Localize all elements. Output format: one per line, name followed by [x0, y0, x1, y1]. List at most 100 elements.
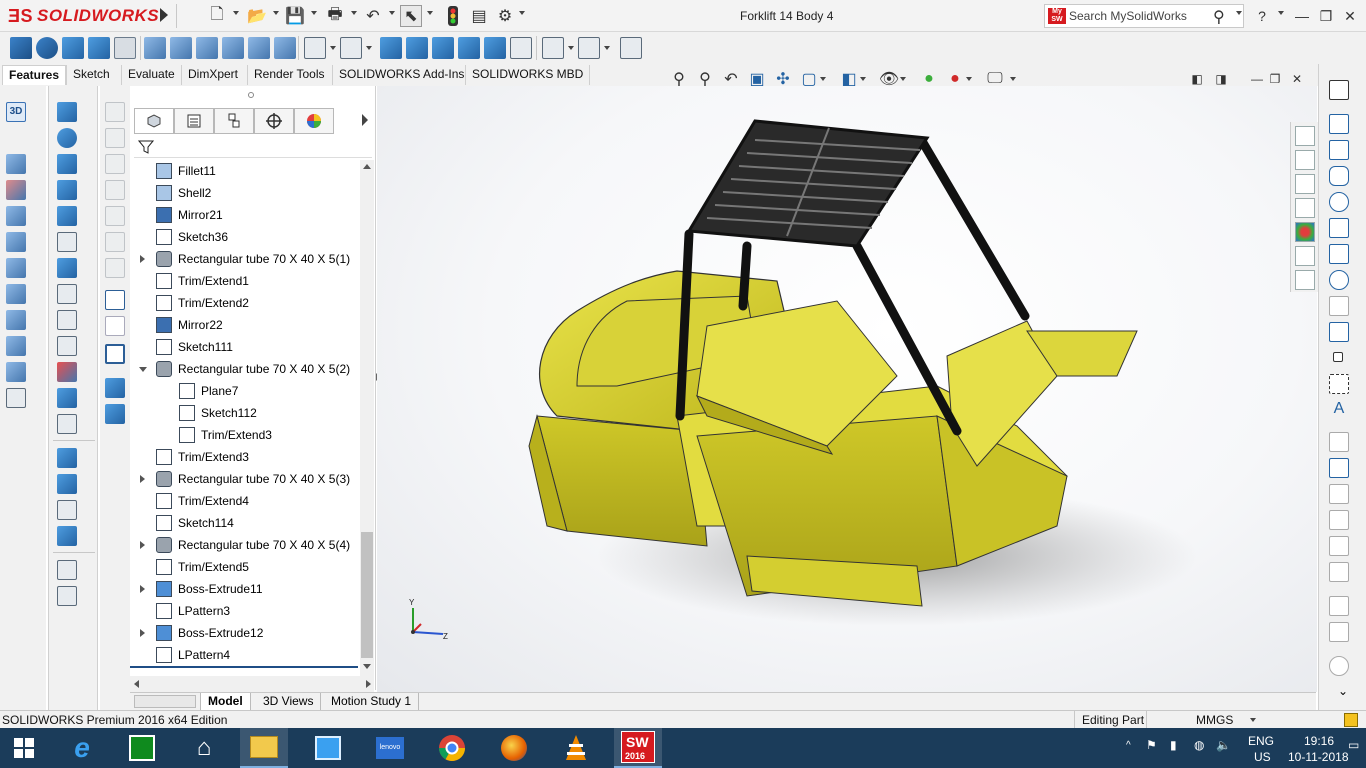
flex-icon[interactable]: [6, 284, 26, 304]
revolve-icon[interactable]: [6, 154, 26, 174]
tab-evaluate[interactable]: Evaluate: [121, 65, 181, 85]
convert-entities-icon[interactable]: [105, 316, 125, 336]
clock-time[interactable]: 19:16: [1304, 734, 1334, 748]
dome-icon[interactable]: [6, 258, 26, 278]
fillet-bead-icon[interactable]: [105, 232, 125, 252]
revolved-cut-icon[interactable]: [196, 37, 218, 59]
chevron-up-icon[interactable]: [1250, 718, 1256, 722]
expand-closed-icon[interactable]: [140, 541, 145, 549]
rectangle-icon[interactable]: [1329, 140, 1349, 160]
volume-icon[interactable]: 🔈: [1216, 738, 1231, 752]
chevron-down-icon[interactable]: [233, 11, 239, 15]
tab-render-tools[interactable]: Render Tools: [247, 65, 331, 85]
restore-icon[interactable]: ❐: [1314, 6, 1338, 26]
customize-icon[interactable]: [1344, 713, 1358, 727]
chevron-down-icon[interactable]: [389, 11, 395, 15]
dimxpertmanager-tab-icon[interactable]: [254, 108, 294, 134]
weld-bead-icon[interactable]: [105, 102, 125, 122]
rib-icon[interactable]: [380, 37, 402, 59]
tree-item[interactable]: Shell2: [130, 182, 362, 204]
mirror-icon[interactable]: [510, 37, 532, 59]
action-center-icon[interactable]: ▭: [1348, 738, 1359, 752]
viewport-restore-icon[interactable]: ❐: [1264, 68, 1286, 90]
chevron-down-icon[interactable]: [966, 77, 972, 81]
lofted-cut-icon[interactable]: [248, 37, 270, 59]
chevron-down-icon[interactable]: [427, 11, 433, 15]
forum-icon[interactable]: [1295, 270, 1315, 290]
solidworks-resources-icon[interactable]: [1295, 126, 1315, 146]
expand-closed-icon[interactable]: [140, 585, 145, 593]
screen-capture-icon[interactable]: [105, 344, 125, 364]
firefox-icon[interactable]: [490, 728, 538, 768]
expand-closed-icon[interactable]: [140, 629, 145, 637]
linear-pattern-icon[interactable]: [340, 37, 362, 59]
appearances-icon[interactable]: [1295, 222, 1315, 242]
battery-icon[interactable]: ▮: [1170, 738, 1177, 752]
displaymanager-tab-icon[interactable]: [294, 108, 334, 134]
lenovo-icon[interactable]: lenovo: [366, 728, 414, 768]
open-folder-icon[interactable]: 📂: [246, 5, 268, 27]
scroll-left-icon[interactable]: [134, 680, 139, 688]
thicken-icon[interactable]: [6, 232, 26, 252]
tree-item[interactable]: Boss-Extrude11: [130, 578, 362, 600]
unit-system[interactable]: MMGS: [1196, 713, 1233, 727]
graphics-area[interactable]: Y Z: [377, 86, 1317, 692]
delete-body-icon[interactable]: [57, 474, 77, 494]
show-hidden-icons[interactable]: ^: [1126, 740, 1131, 751]
curves-icon[interactable]: [578, 37, 600, 59]
select-cursor-icon[interactable]: ⬉: [400, 5, 422, 27]
quick-snaps-icon[interactable]: [1329, 656, 1349, 676]
repair-sketch-icon[interactable]: [1329, 622, 1349, 642]
lofted-boss-icon[interactable]: [88, 37, 110, 59]
revolve-boss-icon[interactable]: [57, 128, 77, 148]
menu-expand-icon[interactable]: [160, 8, 168, 22]
extrude-surface-icon[interactable]: [57, 232, 77, 252]
scroll-down-icon[interactable]: [363, 664, 371, 669]
propertymanager-tab-icon[interactable]: [174, 108, 214, 134]
dynamic-annotation-icon[interactable]: ✣: [772, 68, 794, 90]
view-palette-icon[interactable]: [1295, 198, 1315, 218]
gusset-icon[interactable]: [105, 154, 125, 174]
tree-filter[interactable]: [134, 136, 372, 158]
chevron-down-icon[interactable]: [330, 46, 336, 50]
more-tools-chevron-icon[interactable]: ⌄: [1333, 684, 1353, 704]
weldment-icon[interactable]: [57, 102, 77, 122]
offset-entities-icon[interactable]: [1329, 484, 1349, 504]
chevron-down-icon[interactable]: [273, 11, 279, 15]
reference-geometry-icon[interactable]: [542, 37, 564, 59]
chevron-down-icon[interactable]: [311, 11, 317, 15]
tab-model[interactable]: Model: [200, 693, 251, 710]
wifi-icon[interactable]: ◍: [1194, 738, 1204, 752]
text-icon[interactable]: A: [1329, 400, 1349, 420]
sheet-metal-icon[interactable]: [105, 258, 125, 278]
tab-dimxpert[interactable]: DimXpert: [181, 65, 244, 85]
swept-boss-icon[interactable]: [62, 37, 84, 59]
boundary-cut-icon[interactable]: [274, 37, 296, 59]
viewport-prev-icon[interactable]: ◧: [1186, 68, 1208, 90]
feature-tree-hscrollbar[interactable]: [130, 676, 374, 692]
structural-member-tool-icon[interactable]: [105, 206, 125, 226]
split-icon[interactable]: [6, 180, 26, 200]
file-properties-icon[interactable]: ▤: [468, 5, 490, 27]
feature-tree-scrollbar[interactable]: [360, 160, 374, 676]
3d-sketch-icon[interactable]: 3D: [6, 102, 26, 122]
linear-sketch-pattern-icon[interactable]: [1329, 536, 1349, 556]
hide-show-items-icon[interactable]: 👁: [878, 68, 900, 90]
display-relations-icon[interactable]: [1329, 596, 1349, 616]
mirror-entities-icon[interactable]: [1329, 510, 1349, 530]
tree-item[interactable]: Trim/Extend3: [130, 424, 362, 446]
freeform-icon[interactable]: [6, 362, 26, 382]
tree-item[interactable]: Trim/Extend5: [130, 556, 362, 578]
filter-icon[interactable]: [138, 139, 154, 155]
display-style-icon[interactable]: ◧: [838, 68, 860, 90]
point-icon[interactable]: [1333, 352, 1343, 362]
component-icon[interactable]: [105, 404, 125, 424]
solidworks-icon[interactable]: SW 2016: [614, 728, 662, 768]
featuremanager-tab-icon[interactable]: [134, 108, 174, 134]
tab-features[interactable]: Features: [2, 65, 67, 85]
deform-icon[interactable]: [6, 336, 26, 356]
start-icon[interactable]: [0, 728, 48, 768]
tree-item[interactable]: Trim/Extend1: [130, 270, 362, 292]
vlc-icon[interactable]: [552, 728, 600, 768]
indent-icon[interactable]: [6, 310, 26, 330]
